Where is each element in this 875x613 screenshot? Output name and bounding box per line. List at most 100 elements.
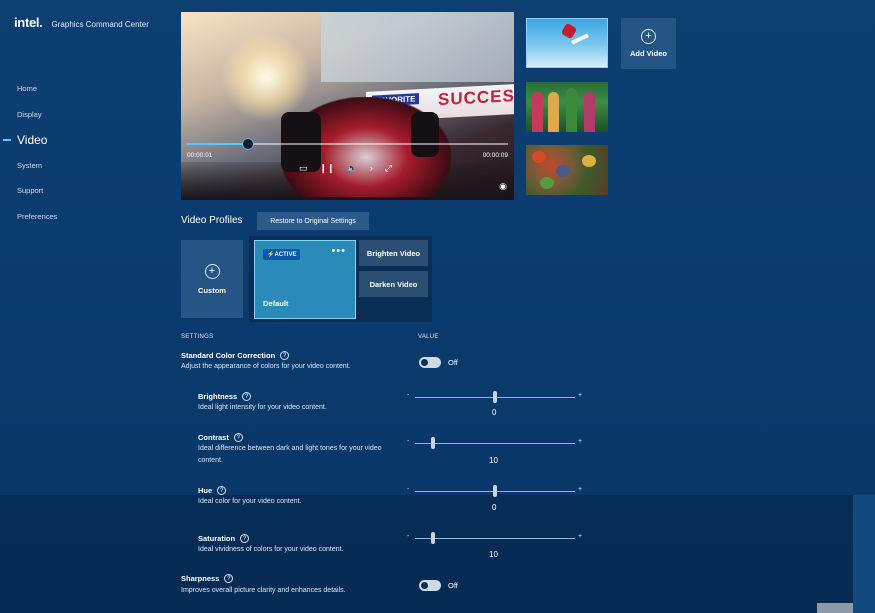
sharpness-desc: Improves overall picture clarity and enh… bbox=[181, 587, 346, 594]
time-total: 00:00:09 bbox=[482, 152, 508, 159]
sharpness-state: Off bbox=[448, 581, 458, 590]
scrollbar-thumb[interactable] bbox=[817, 603, 853, 613]
fullscreen-window-icon[interactable]: ▭ bbox=[299, 163, 308, 174]
contrast-label: Contrast bbox=[198, 433, 229, 442]
thumbnail-rider bbox=[560, 22, 578, 40]
hue-label: Hue bbox=[198, 486, 213, 495]
thumbnail-produce bbox=[532, 151, 546, 163]
pause-icon[interactable]: ❙❙ bbox=[320, 163, 335, 174]
thumbnail-produce bbox=[556, 165, 570, 177]
volume-icon[interactable]: 🔈 bbox=[347, 163, 358, 174]
video-profiles-title: Video Profiles bbox=[181, 215, 243, 226]
saturation-value: 10 bbox=[489, 550, 498, 559]
plus-icon: + bbox=[204, 263, 220, 279]
help-icon[interactable]: ? bbox=[217, 486, 227, 495]
background-band bbox=[0, 495, 875, 613]
saturation-increase[interactable]: + bbox=[578, 533, 582, 540]
sidebar-item-display[interactable]: Display bbox=[0, 102, 57, 128]
add-video-button[interactable]: + Add Video bbox=[621, 18, 676, 69]
plus-icon: + bbox=[641, 29, 656, 44]
saturation-slider[interactable] bbox=[415, 532, 575, 544]
restore-original-settings-button[interactable]: Restore to Original Settings bbox=[257, 212, 369, 230]
sidebar-item-home[interactable]: Home bbox=[0, 76, 57, 102]
contrast-slider-thumb[interactable] bbox=[430, 437, 435, 449]
contrast-value: 10 bbox=[489, 456, 498, 465]
video-controls: ▭ ❙❙ 🔈 › ⤢ bbox=[299, 163, 392, 174]
contrast-title: Contrast ? bbox=[198, 433, 243, 442]
app-title: Graphics Command Center bbox=[51, 20, 149, 29]
contrast-desc: Ideal difference between dark and light … bbox=[198, 445, 382, 464]
value-column-header: VALUE bbox=[418, 334, 439, 340]
hue-title: Hue ? bbox=[198, 486, 227, 495]
hue-increase[interactable]: + bbox=[578, 486, 582, 493]
default-profile-card[interactable]: ⚡ACTIVE ••• Default bbox=[254, 240, 356, 319]
video-frame-sky bbox=[321, 12, 514, 82]
thumbnail-person bbox=[566, 88, 577, 132]
help-icon[interactable]: ? bbox=[233, 433, 243, 442]
brightness-value: 0 bbox=[492, 408, 497, 417]
help-icon[interactable]: ? bbox=[224, 574, 234, 583]
more-options-icon[interactable]: ••• bbox=[331, 245, 346, 257]
help-icon[interactable]: ? bbox=[240, 534, 250, 543]
brightness-increase[interactable]: + bbox=[578, 392, 582, 399]
thumbnail-person bbox=[532, 92, 543, 132]
hue-desc: Ideal color for your video content. bbox=[198, 498, 302, 505]
intel-logo: intel. bbox=[14, 15, 43, 30]
default-profile-label: Default bbox=[263, 299, 289, 308]
toggle-knob bbox=[421, 359, 428, 366]
sharpness-title: Sharpness ? bbox=[181, 574, 234, 583]
standard-color-correction-desc: Adjust the appearance of colors for your… bbox=[181, 363, 351, 370]
standard-color-correction-label: Standard Color Correction bbox=[181, 351, 276, 360]
hue-decrease[interactable]: - bbox=[407, 486, 409, 493]
eye-icon[interactable]: ◉ bbox=[499, 181, 507, 192]
sidebar-item-preferences[interactable]: Preferences bbox=[0, 204, 57, 230]
time-current: 00:00:01 bbox=[187, 152, 213, 159]
contrast-slider[interactable] bbox=[415, 437, 575, 449]
darken-video-button[interactable]: Darken Video bbox=[359, 271, 428, 297]
expand-icon[interactable]: ⤢ bbox=[385, 163, 392, 174]
sidebar-item-system[interactable]: System bbox=[0, 153, 57, 179]
video-thumbnail-surfer[interactable] bbox=[526, 18, 608, 68]
help-icon[interactable]: ? bbox=[242, 392, 252, 401]
sharpness-toggle[interactable] bbox=[419, 580, 441, 591]
contrast-increase[interactable]: + bbox=[578, 438, 582, 445]
brightness-decrease[interactable]: - bbox=[407, 392, 409, 399]
video-player[interactable]: FAVORITE SUCCES 00:00:01 00:00:09 ▭ ❙❙ 🔈… bbox=[181, 12, 514, 200]
video-thumbnail-group[interactable] bbox=[526, 82, 608, 132]
scrollbar-track[interactable] bbox=[853, 495, 875, 613]
add-video-label: Add Video bbox=[630, 49, 667, 58]
brightness-slider-thumb[interactable] bbox=[493, 391, 497, 403]
thumbnail-produce bbox=[540, 177, 554, 189]
hue-value: 0 bbox=[492, 503, 497, 512]
saturation-decrease[interactable]: - bbox=[407, 533, 409, 540]
video-frame-wheel bbox=[411, 112, 439, 157]
hue-slider-thumb[interactable] bbox=[493, 485, 497, 497]
custom-profile-button[interactable]: + Custom bbox=[181, 240, 243, 318]
brightness-slider[interactable] bbox=[415, 391, 575, 403]
video-thumbnail-market[interactable] bbox=[526, 145, 608, 195]
saturation-label: Saturation bbox=[198, 534, 236, 543]
sidebar-nav: Home Display Video System Support Prefer… bbox=[0, 76, 57, 229]
saturation-title: Saturation ? bbox=[198, 534, 250, 543]
sidebar-item-video[interactable]: Video bbox=[0, 127, 57, 153]
sidebar-item-support[interactable]: Support bbox=[0, 178, 57, 204]
chevron-right-icon[interactable]: › bbox=[370, 163, 373, 174]
app-header: intel. Graphics Command Center bbox=[14, 15, 149, 30]
saturation-slider-thumb[interactable] bbox=[430, 532, 435, 544]
help-icon[interactable]: ? bbox=[280, 351, 290, 360]
hue-slider[interactable] bbox=[415, 485, 575, 497]
active-badge: ⚡ACTIVE bbox=[263, 249, 301, 260]
toggle-knob bbox=[421, 582, 428, 589]
video-progress-bar[interactable] bbox=[187, 138, 508, 150]
standard-color-correction-toggle[interactable] bbox=[419, 357, 441, 368]
thumbnail-board bbox=[570, 33, 590, 45]
video-progress-knob[interactable] bbox=[241, 138, 254, 150]
thumbnail-produce bbox=[582, 155, 596, 167]
brighten-video-button[interactable]: Brighten Video bbox=[359, 240, 428, 266]
standard-color-correction-title: Standard Color Correction ? bbox=[181, 351, 290, 360]
contrast-decrease[interactable]: - bbox=[407, 438, 409, 445]
settings-column-header: SETTINGS bbox=[181, 334, 214, 340]
video-progress-fill bbox=[187, 143, 248, 145]
thumbnail-person bbox=[584, 92, 595, 132]
saturation-desc: Ideal vividness of colors for your video… bbox=[198, 546, 344, 553]
